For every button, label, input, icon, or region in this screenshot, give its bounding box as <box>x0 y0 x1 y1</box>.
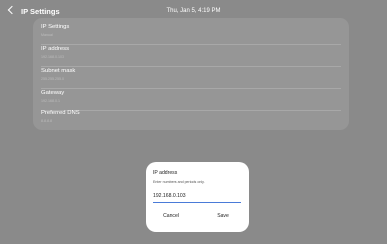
setting-value: 192.168.0.103 <box>41 55 64 59</box>
setting-gateway[interactable]: Gateway 192.168.0.1 <box>41 88 341 110</box>
setting-label: Subnet mask <box>41 68 76 74</box>
save-button[interactable]: Save <box>203 213 243 219</box>
dialog-subtitle: Enter numbers and periods only. <box>153 180 205 184</box>
dialog-title: IP address <box>153 170 178 176</box>
setting-ip-address[interactable]: IP address 192.168.0.103 <box>41 44 341 66</box>
setting-subnet-mask[interactable]: Subnet mask 255.255.255.0 <box>41 66 341 88</box>
setting-label: IP Settings <box>41 24 70 30</box>
setting-value: 8.8.8.8 <box>41 119 52 123</box>
cancel-button[interactable]: Cancel <box>151 213 191 219</box>
status-datetime: Thu, Jan 5, 4:19 PM <box>166 8 221 14</box>
ip-settings-card: IP Settings Manual IP address 192.168.0.… <box>33 18 349 130</box>
setting-value: 192.168.0.1 <box>41 99 60 103</box>
setting-value: Manual <box>41 33 53 37</box>
ip-address-input[interactable] <box>153 190 241 203</box>
setting-preferred-dns[interactable]: Preferred DNS 8.8.8.8 <box>41 108 341 130</box>
ip-address-dialog: IP address Enter numbers and periods onl… <box>146 162 249 232</box>
setting-label: IP address <box>41 46 70 52</box>
setting-ip-settings[interactable]: IP Settings Manual <box>41 22 341 44</box>
setting-value: 255.255.255.0 <box>41 77 64 81</box>
setting-label: Gateway <box>41 90 65 96</box>
setting-label: Preferred DNS <box>41 110 80 116</box>
